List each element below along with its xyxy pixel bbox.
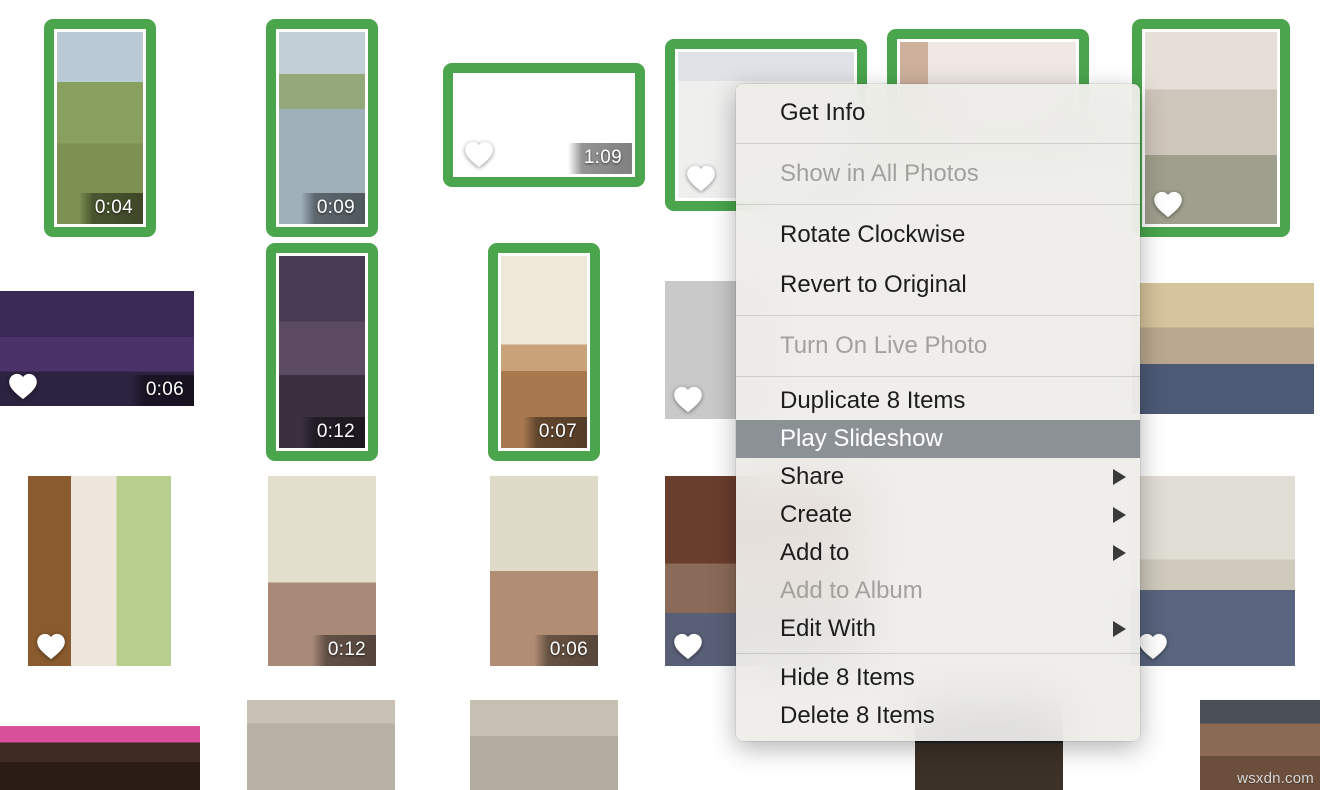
video-duration-badge: 0:04 bbox=[78, 193, 143, 224]
photo-thumbnail-frame: 0:09 bbox=[276, 29, 368, 227]
menu-item-hide-8-items[interactable]: Hide 8 Items bbox=[736, 659, 1140, 697]
photo-thumbnail[interactable]: 0:04 bbox=[44, 19, 156, 237]
submenu-arrow-icon bbox=[1113, 545, 1126, 561]
menu-item-create[interactable]: Create bbox=[736, 496, 1140, 534]
favorite-heart-icon bbox=[8, 372, 38, 400]
menu-separator bbox=[736, 653, 1140, 654]
photo-thumbnail[interactable] bbox=[1130, 476, 1295, 666]
menu-item-show-in-all-photos: Show in All Photos bbox=[736, 149, 1140, 199]
photo-thumbnail-frame bbox=[28, 476, 171, 666]
video-duration-badge: 0:07 bbox=[522, 417, 587, 448]
menu-separator bbox=[736, 143, 1140, 144]
photo-thumbnail[interactable]: 0:07 bbox=[488, 243, 600, 461]
menu-item-label: Edit With bbox=[780, 615, 877, 642]
menu-item-rotate-clockwise[interactable]: Rotate Clockwise bbox=[736, 210, 1140, 260]
photos-app-window: 0:04 0:09 1:09 0:06 0:12 0:07 0:12 0:06 Get Inf… bbox=[0, 0, 1320, 790]
photos-context-menu[interactable]: Get Info Show in All Photos Rotate Clockwi… bbox=[736, 84, 1140, 741]
menu-item-add-to-album: Add to Album bbox=[736, 572, 1140, 610]
photo-thumbnail-frame: 0:07 bbox=[498, 253, 590, 451]
favorite-heart-icon bbox=[686, 164, 716, 192]
favorite-heart-icon bbox=[36, 632, 66, 660]
photo-thumbnail[interactable] bbox=[470, 700, 618, 790]
photo-thumbnail[interactable]: 0:06 bbox=[490, 476, 598, 666]
photo-image bbox=[470, 700, 618, 790]
photo-thumbnail-frame: 0:04 bbox=[54, 29, 146, 227]
menu-item-label: Rotate Clockwise bbox=[780, 221, 966, 248]
submenu-arrow-icon bbox=[1113, 507, 1126, 523]
video-duration-badge: 0:12 bbox=[300, 417, 365, 448]
favorite-heart-icon bbox=[1138, 632, 1168, 660]
menu-item-label: Get Info bbox=[780, 99, 866, 126]
photo-thumbnail[interactable] bbox=[28, 476, 171, 666]
photo-thumbnail-frame: 0:12 bbox=[268, 476, 376, 666]
video-duration-badge: 0:06 bbox=[533, 635, 598, 666]
menu-item-label: Turn On Live Photo bbox=[780, 332, 988, 359]
menu-item-edit-with[interactable]: Edit With bbox=[736, 610, 1140, 648]
menu-separator bbox=[736, 376, 1140, 377]
menu-item-duplicate-8-items[interactable]: Duplicate 8 Items bbox=[736, 382, 1140, 420]
photo-thumbnail-frame bbox=[1142, 29, 1280, 227]
submenu-arrow-icon bbox=[1113, 621, 1126, 637]
menu-item-label: Hide 8 Items bbox=[780, 664, 915, 691]
photo-thumbnail-frame bbox=[0, 726, 200, 790]
menu-item-label: Revert to Original bbox=[780, 271, 967, 298]
favorite-heart-icon bbox=[673, 385, 703, 413]
menu-item-add-to[interactable]: Add to bbox=[736, 534, 1140, 572]
photo-image bbox=[0, 726, 200, 790]
video-duration-badge: 0:09 bbox=[300, 193, 365, 224]
video-duration-badge: 1:09 bbox=[567, 143, 632, 174]
menu-item-revert-to-original[interactable]: Revert to Original bbox=[736, 260, 1140, 310]
photo-thumbnail[interactable]: 1:09 bbox=[443, 63, 645, 187]
menu-item-label: Delete 8 Items bbox=[780, 702, 935, 729]
photo-thumbnail-frame: 0:06 bbox=[0, 291, 194, 406]
photo-image bbox=[247, 700, 395, 790]
watermark: wsxdn.com bbox=[1237, 770, 1314, 787]
menu-item-share[interactable]: Share bbox=[736, 458, 1140, 496]
photo-thumbnail-frame bbox=[1130, 476, 1295, 666]
photo-thumbnail-frame bbox=[247, 700, 395, 790]
favorite-heart-icon bbox=[673, 632, 703, 660]
menu-item-get-info[interactable]: Get Info bbox=[736, 88, 1140, 138]
photo-thumbnail-frame: 1:09 bbox=[453, 73, 635, 177]
photo-thumbnail-frame bbox=[470, 700, 618, 790]
photo-image bbox=[1132, 283, 1314, 414]
menu-item-delete-8-items[interactable]: Delete 8 Items bbox=[736, 697, 1140, 735]
favorite-heart-icon bbox=[1153, 190, 1183, 218]
menu-item-label: Add to bbox=[780, 539, 850, 566]
photo-thumbnail[interactable] bbox=[0, 726, 200, 790]
photo-thumbnail-frame: 0:12 bbox=[276, 253, 368, 451]
menu-item-turn-on-live-photo: Turn On Live Photo bbox=[736, 321, 1140, 371]
menu-item-label: Add to Album bbox=[780, 577, 923, 604]
menu-item-label: Play Slideshow bbox=[780, 425, 943, 452]
video-duration-badge: 0:12 bbox=[311, 635, 376, 666]
submenu-arrow-icon bbox=[1113, 469, 1126, 485]
menu-separator bbox=[736, 315, 1140, 316]
photo-thumbnail[interactable] bbox=[1132, 283, 1314, 414]
photo-thumbnail[interactable]: 0:12 bbox=[268, 476, 376, 666]
menu-item-label: Create bbox=[780, 501, 853, 528]
favorite-heart-icon bbox=[464, 140, 494, 168]
photo-thumbnail[interactable]: 0:12 bbox=[266, 243, 378, 461]
photo-thumbnail-frame bbox=[1132, 283, 1314, 414]
menu-item-play-slideshow[interactable]: Play Slideshow bbox=[736, 420, 1140, 458]
photo-thumbnail-frame: 0:06 bbox=[490, 476, 598, 666]
menu-separator bbox=[736, 204, 1140, 205]
photo-thumbnail[interactable] bbox=[247, 700, 395, 790]
menu-item-label: Share bbox=[780, 463, 845, 490]
photo-thumbnail[interactable]: 0:09 bbox=[266, 19, 378, 237]
menu-item-label: Duplicate 8 Items bbox=[780, 387, 966, 414]
photo-thumbnail[interactable] bbox=[1132, 19, 1290, 237]
video-duration-badge: 0:06 bbox=[129, 375, 194, 406]
menu-item-label: Show in All Photos bbox=[780, 160, 979, 187]
photo-thumbnail[interactable]: 0:06 bbox=[0, 291, 194, 406]
